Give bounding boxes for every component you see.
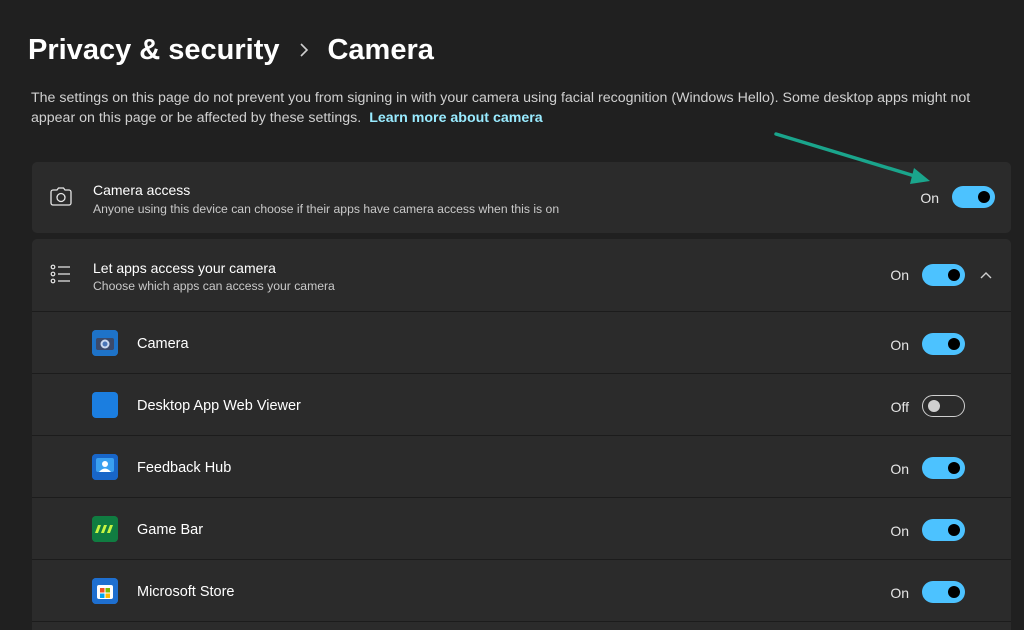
let-apps-subtitle: Choose which apps can access your camera (93, 279, 335, 293)
app-row-camera: Camera On (32, 311, 1011, 373)
camera-access-subtitle: Anyone using this device can choose if t… (93, 202, 560, 216)
toggle-knob (978, 191, 990, 203)
page-title: Camera (327, 33, 434, 66)
game-bar-toggle[interactable] (922, 519, 965, 541)
app-state: On (890, 585, 909, 601)
let-apps-header[interactable]: Let apps access your camera Choose which… (32, 239, 1011, 311)
toggle-knob (948, 462, 960, 474)
list-icon (50, 263, 72, 285)
app-row-microsoft-store: Microsoft Store On (32, 559, 1011, 621)
app-row-desktop-web-viewer: Desktop App Web Viewer Off (32, 373, 1011, 435)
app-name: Game Bar (137, 522, 204, 538)
app-name: Microsoft Store (137, 584, 235, 600)
toggle-knob (948, 524, 960, 536)
app-state: On (890, 337, 909, 353)
app-row-feedback-hub: Feedback Hub On (32, 435, 1011, 497)
app-state: On (890, 461, 909, 477)
app-access-group: Let apps access your camera Choose which… (32, 239, 1011, 630)
app-name: Feedback Hub (137, 460, 232, 476)
camera-app-icon (92, 330, 118, 356)
toggle-knob (948, 338, 960, 350)
app-row-partial (32, 621, 1011, 630)
app-state: On (890, 523, 909, 539)
app-row-game-bar: Game Bar On (32, 497, 1011, 559)
page-description: The settings on this page do not prevent… (31, 89, 1001, 128)
camera-access-title: Camera access (93, 182, 191, 198)
let-apps-state: On (890, 267, 909, 283)
store-icon (92, 578, 118, 604)
game-bar-icon (92, 516, 118, 542)
breadcrumb: Privacy & security Camera (28, 30, 434, 70)
camera-access-state: On (920, 190, 939, 206)
breadcrumb-parent[interactable]: Privacy & security (28, 34, 279, 67)
app-state: Off (890, 399, 909, 415)
camera-app-toggle[interactable] (922, 333, 965, 355)
camera-access-toggle[interactable] (952, 186, 995, 208)
camera-access-card: Camera access Anyone using this device c… (32, 162, 1011, 233)
camera-icon (50, 186, 72, 208)
web-viewer-toggle[interactable] (922, 395, 965, 417)
app-name: Camera (137, 336, 189, 352)
app-name: Desktop App Web Viewer (137, 398, 301, 414)
let-apps-title: Let apps access your camera (93, 260, 276, 276)
store-toggle[interactable] (922, 581, 965, 603)
let-apps-toggle[interactable] (922, 264, 965, 286)
web-viewer-icon (92, 392, 118, 418)
feedback-hub-icon (92, 454, 118, 480)
chevron-right-icon (299, 43, 309, 57)
chevron-up-icon[interactable] (976, 265, 996, 285)
toggle-knob (948, 269, 960, 281)
learn-more-link[interactable]: Learn more about camera (369, 110, 542, 126)
feedback-hub-toggle[interactable] (922, 457, 965, 479)
toggle-knob (948, 586, 960, 598)
toggle-knob (928, 400, 940, 412)
